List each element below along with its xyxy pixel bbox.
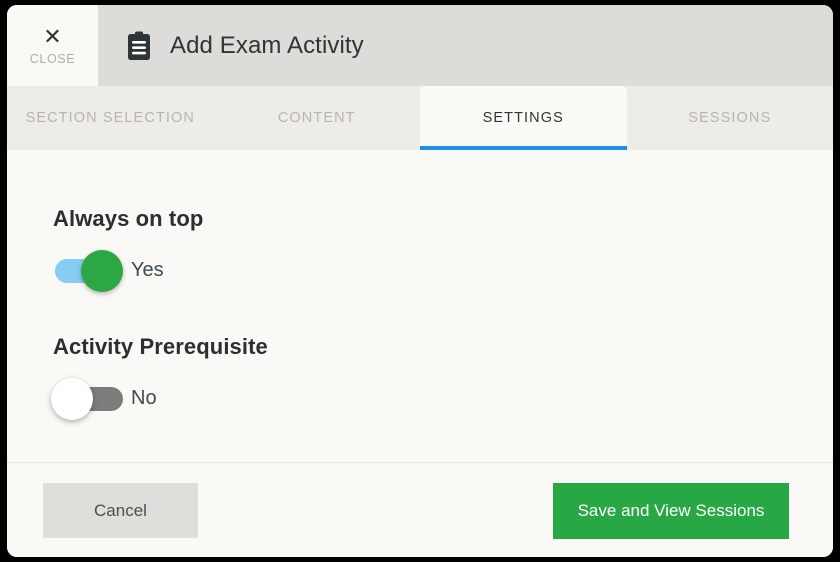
save-and-view-sessions-button[interactable]: Save and View Sessions	[553, 482, 789, 539]
modal-dialog: ✕ CLOSE Add Exam Activity SECTION SELECT…	[7, 5, 833, 557]
tab-sessions[interactable]: SESSIONS	[627, 86, 834, 150]
tab-section-selection[interactable]: SECTION SELECTION	[7, 86, 214, 150]
toggle-always-on-top[interactable]	[51, 248, 123, 292]
field-always-on-top: Always on top Yes	[51, 206, 833, 292]
field-label-activity-prerequisite: Activity Prerequisite	[53, 334, 268, 359]
settings-panel: Always on top Yes Activity Prerequisite …	[7, 150, 833, 462]
close-x-icon: ✕	[43, 23, 62, 49]
page-title: Add Exam Activity	[170, 31, 364, 59]
toggle-value-always-on-top: Yes	[131, 258, 164, 281]
toggle-value-activity-prerequisite: No	[131, 386, 157, 409]
close-button-label: CLOSE	[29, 51, 76, 66]
modal-header: ✕ CLOSE Add Exam Activity	[7, 5, 833, 86]
toggle-knob	[51, 378, 93, 420]
clipboard-icon	[126, 31, 152, 61]
toggle-knob	[81, 250, 123, 292]
toggle-row-always-on-top: Yes	[51, 248, 833, 292]
tab-settings[interactable]: SETTINGS	[420, 86, 627, 150]
tab-content[interactable]: CONTENT	[214, 86, 421, 150]
tab-bar: SECTION SELECTION CONTENT SETTINGS SESSI…	[7, 86, 833, 150]
cancel-button[interactable]: Cancel	[43, 483, 198, 538]
toggle-row-activity-prerequisite: No	[51, 376, 833, 420]
field-activity-prerequisite: Activity Prerequisite No	[51, 334, 833, 420]
field-label-always-on-top: Always on top	[53, 206, 204, 231]
toggle-activity-prerequisite[interactable]	[51, 376, 123, 420]
modal-footer: Cancel Save and View Sessions	[7, 462, 833, 557]
header-title-group: Add Exam Activity	[98, 5, 364, 86]
close-button[interactable]: ✕ CLOSE	[7, 5, 98, 86]
